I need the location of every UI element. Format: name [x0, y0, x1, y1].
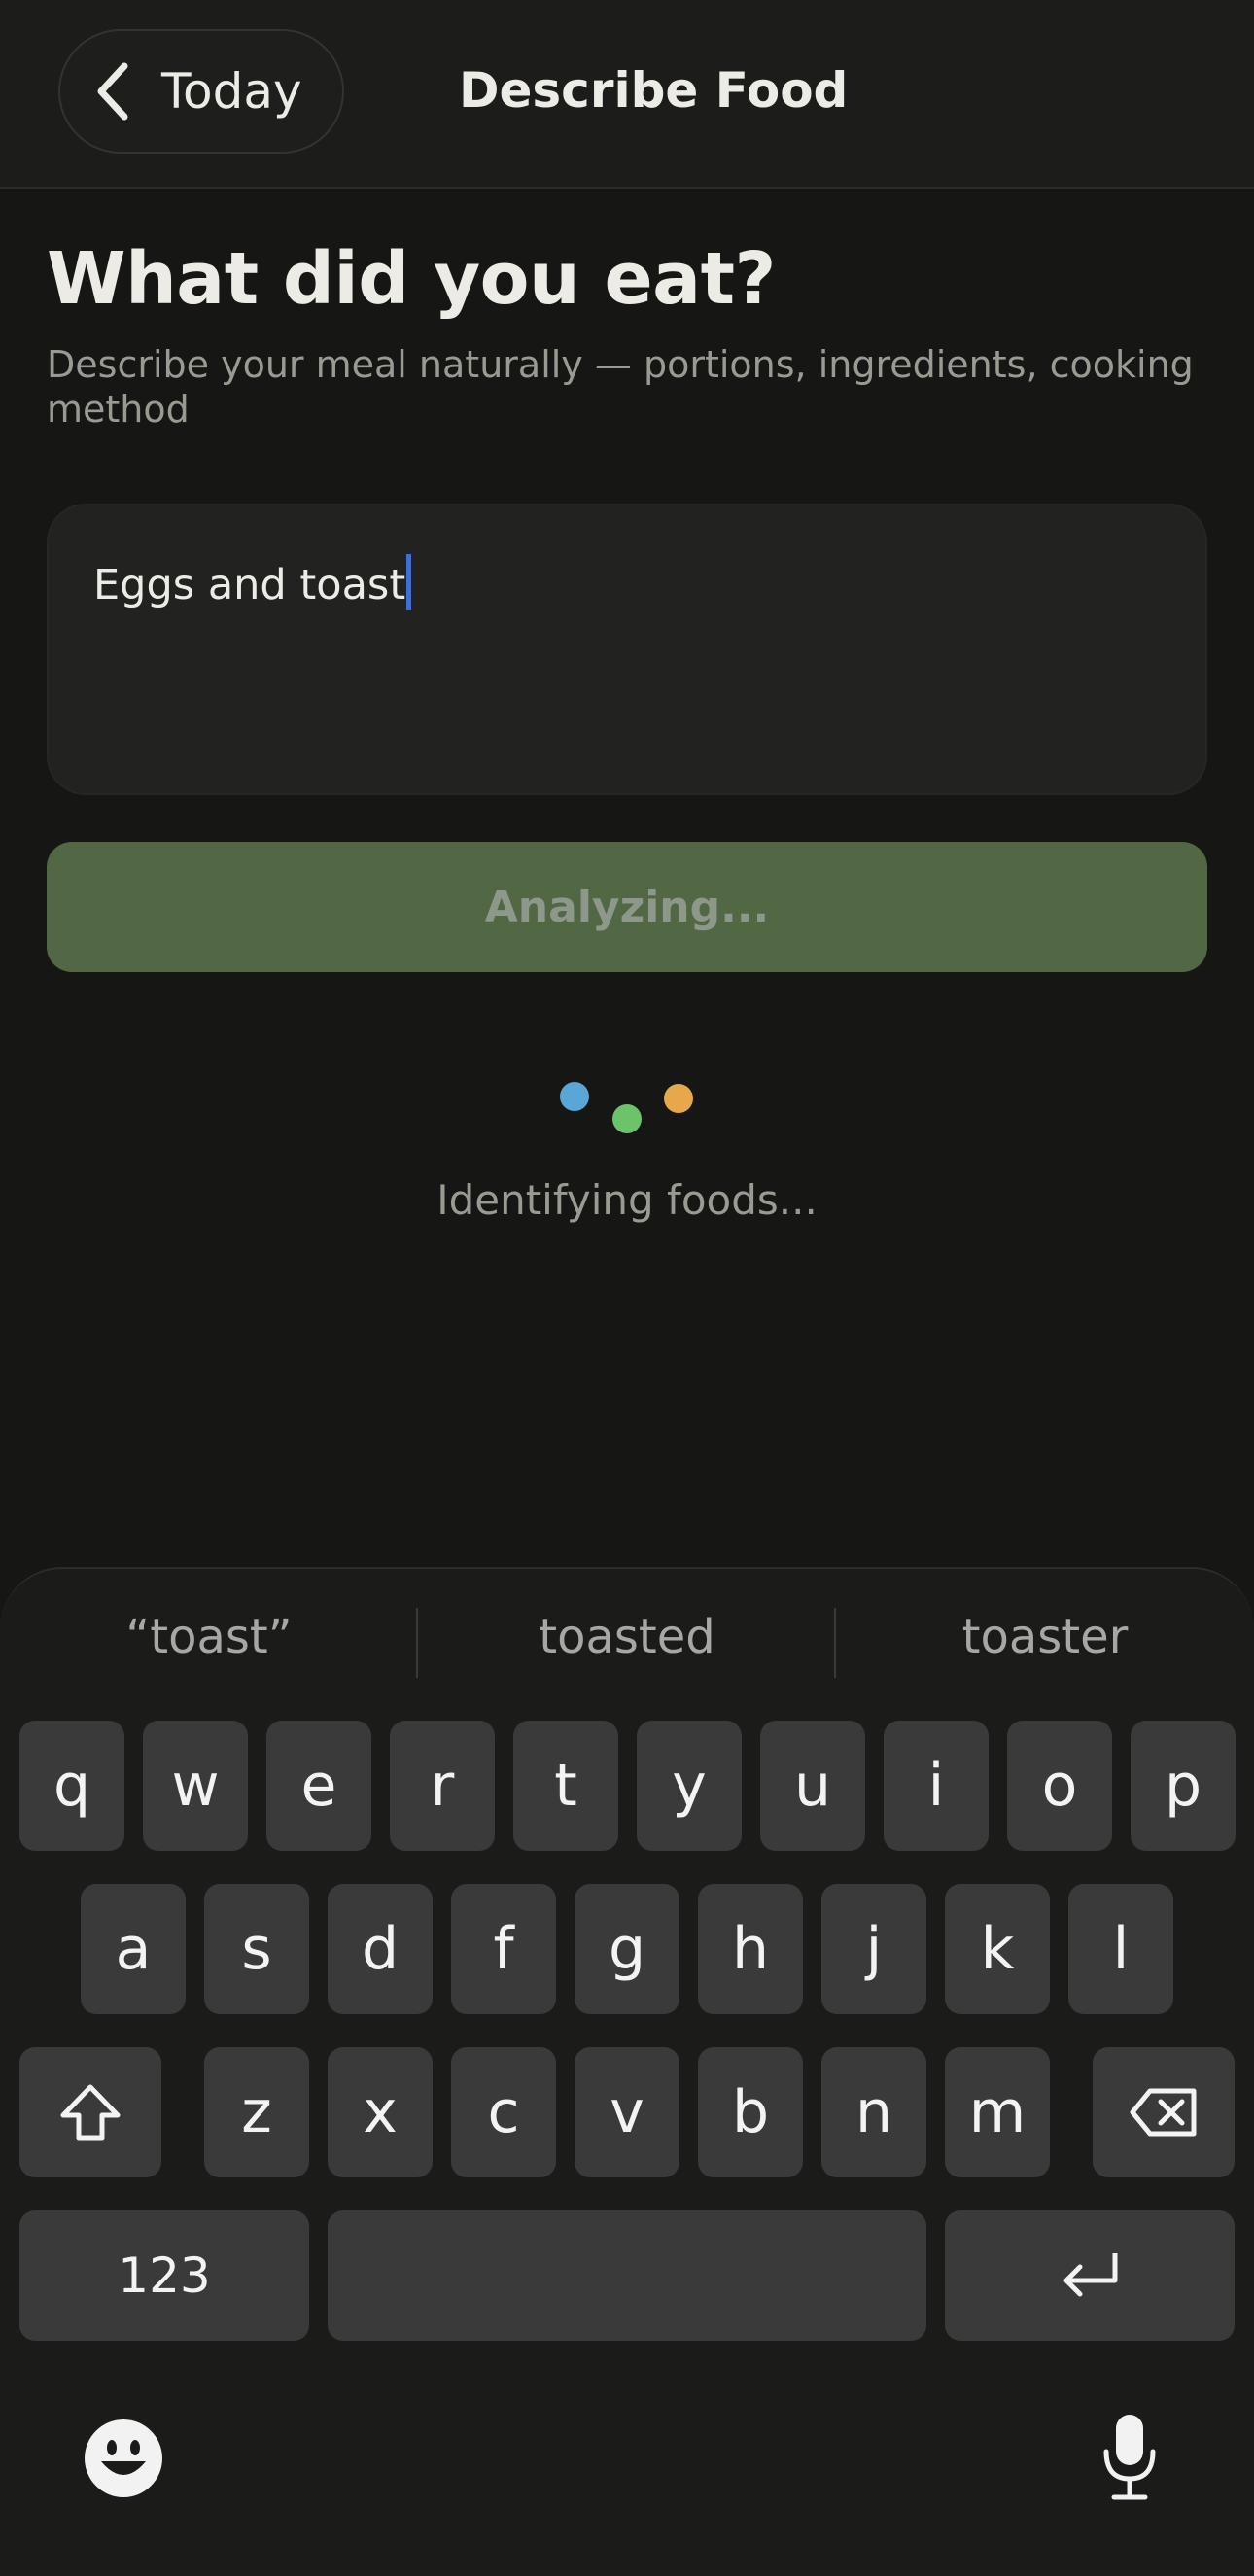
return-key[interactable]	[945, 2210, 1235, 2341]
key-n[interactable]: n	[821, 2047, 926, 2177]
loading-dot-orange	[664, 1084, 693, 1113]
suggestion-2[interactable]: toasted	[423, 1610, 831, 1664]
key-t[interactable]: t	[513, 1721, 618, 1851]
shift-arrow-icon	[60, 2084, 121, 2141]
key-x[interactable]: x	[328, 2047, 433, 2177]
suggestion-1[interactable]: “toast”	[5, 1610, 413, 1664]
key-c[interactable]: c	[451, 2047, 556, 2177]
suggestion-divider	[416, 1608, 418, 1678]
key-a[interactable]: a	[81, 1884, 186, 2014]
key-w[interactable]: w	[143, 1721, 248, 1851]
numbers-key[interactable]: 123	[19, 2210, 309, 2341]
emoji-icon[interactable]	[84, 2419, 163, 2498]
suggestion-3[interactable]: toaster	[841, 1610, 1249, 1664]
key-g[interactable]: g	[575, 1884, 679, 2014]
key-m[interactable]: m	[945, 2047, 1050, 2177]
key-u[interactable]: u	[760, 1721, 865, 1851]
meal-input-value: Eggs and toast	[93, 554, 412, 610]
key-e[interactable]: e	[266, 1721, 371, 1851]
on-screen-keyboard: “toast” toasted toaster q w e r t y u i …	[0, 1567, 1254, 2576]
backspace-key[interactable]	[1093, 2047, 1235, 2177]
key-l[interactable]: l	[1068, 1884, 1173, 2014]
key-o[interactable]: o	[1007, 1721, 1112, 1851]
key-y[interactable]: y	[637, 1721, 742, 1851]
chevron-left-icon	[97, 62, 128, 121]
key-f[interactable]: f	[451, 1884, 556, 2014]
microphone-icon[interactable]	[1100, 2413, 1159, 2502]
delete-backspace-icon	[1130, 2088, 1197, 2137]
key-q[interactable]: q	[19, 1721, 124, 1851]
key-r[interactable]: r	[390, 1721, 495, 1851]
analyze-button[interactable]: Analyzing...	[47, 842, 1207, 972]
page-title: Describe Food	[459, 62, 849, 119]
loading-dot-green	[612, 1104, 642, 1133]
meal-input-text: Eggs and toast	[93, 561, 406, 609]
space-key[interactable]	[328, 2210, 926, 2341]
key-j[interactable]: j	[821, 1884, 926, 2014]
nav-header: Today Describe Food	[0, 0, 1254, 189]
question-heading: What did you eat?	[47, 237, 776, 321]
text-caret	[406, 554, 412, 610]
key-v[interactable]: v	[575, 2047, 679, 2177]
back-button[interactable]: Today	[58, 29, 344, 154]
key-i[interactable]: i	[884, 1721, 989, 1851]
shift-key[interactable]	[19, 2047, 161, 2177]
key-k[interactable]: k	[945, 1884, 1050, 2014]
loading-dot-blue	[560, 1082, 589, 1111]
key-s[interactable]: s	[204, 1884, 309, 2014]
meal-description-input[interactable]: Eggs and toast	[47, 504, 1207, 795]
key-p[interactable]: p	[1131, 1721, 1236, 1851]
key-h[interactable]: h	[698, 1884, 803, 2014]
loading-status-text: Identifying foods...	[436, 1176, 818, 1224]
suggestion-divider	[834, 1608, 836, 1678]
instruction-text: Describe your meal naturally — portions,…	[47, 343, 1194, 431]
key-z[interactable]: z	[204, 2047, 309, 2177]
key-b[interactable]: b	[698, 2047, 803, 2177]
key-d[interactable]: d	[328, 1884, 433, 2014]
back-button-label: Today	[161, 63, 302, 120]
return-arrow-icon	[1063, 2253, 1118, 2297]
